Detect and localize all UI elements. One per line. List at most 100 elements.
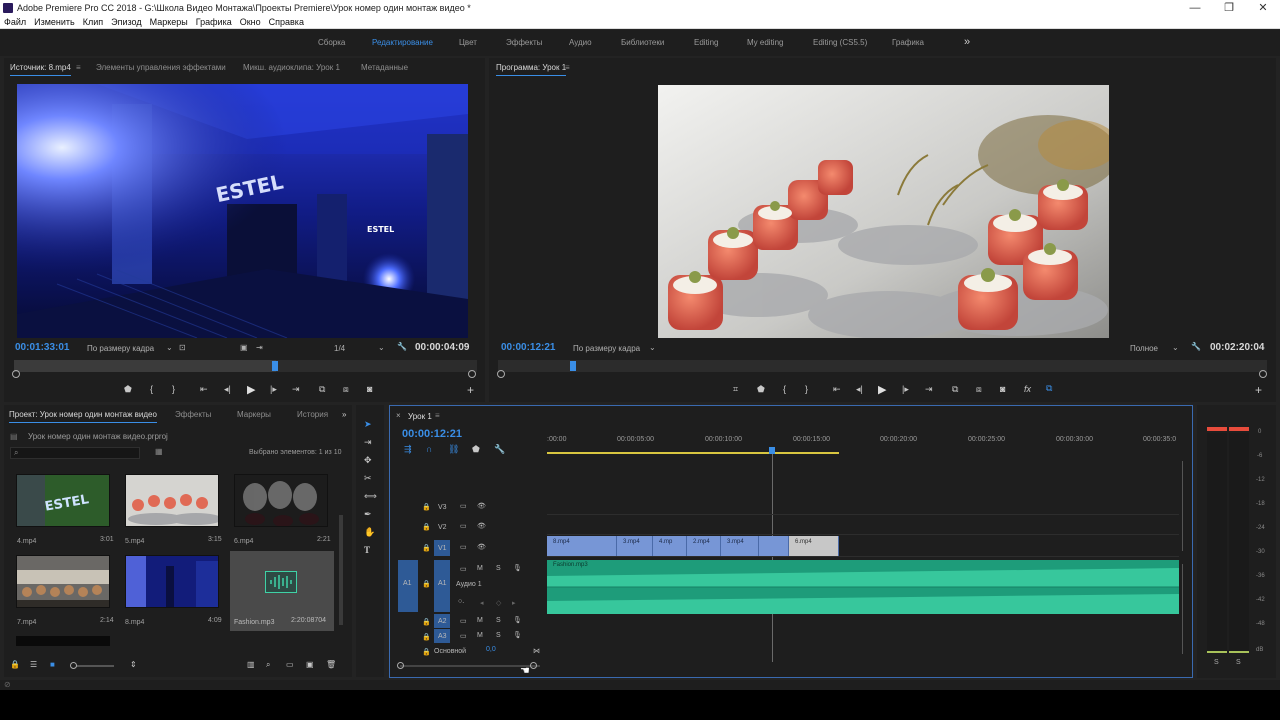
close-button[interactable]: ✕ [1246, 1, 1280, 14]
razor-tool-icon[interactable]: ✂ [364, 473, 372, 484]
find-icon[interactable]: ⌕ [266, 660, 270, 670]
workspace-color[interactable]: Цвет [459, 38, 477, 47]
track-label-a3[interactable]: A3 [438, 633, 447, 640]
sync-lock-icon[interactable]: ▭ [460, 565, 467, 573]
insert-clip-icon[interactable]: ⧉ [319, 384, 325, 395]
lock-track-icon[interactable]: 🔒 [422, 580, 431, 588]
ripple-edit-tool-icon[interactable]: ✥ [364, 455, 372, 466]
sync-lock-icon[interactable]: ▭ [460, 543, 467, 551]
workspace-libraries[interactable]: Библиотеки [621, 38, 664, 47]
sync-lock-icon[interactable]: ▭ [460, 617, 467, 625]
project-item-8-thumbnail[interactable] [125, 555, 219, 608]
program-zoom-left-handle[interactable] [497, 370, 505, 378]
program-video-frame[interactable] [658, 85, 1109, 338]
solo-right-button[interactable]: S [1236, 659, 1241, 666]
drag-video-icon[interactable]: ⇥ [256, 343, 263, 352]
sequence-menu-icon[interactable]: ≡ [435, 411, 440, 420]
master-bow-tie-icon[interactable]: ⋈ [533, 647, 540, 655]
work-area-bar[interactable] [547, 452, 839, 454]
menu-graphics[interactable]: Графика [196, 17, 232, 27]
program-scrub-bar[interactable] [498, 360, 1267, 372]
source-resolution-dropdown[interactable]: 1/4 [334, 344, 345, 353]
microphone-icon[interactable]: 🎙 [513, 631, 522, 639]
program-go-to-in-icon[interactable]: ⇤ [833, 384, 841, 395]
resolution-chevron-icon[interactable]: ⌄ [378, 343, 385, 352]
program-mark-out-icon[interactable]: } [805, 384, 808, 394]
insert-icon[interactable]: ▣ [240, 343, 248, 352]
track-select-tool-icon[interactable]: ⇥ [364, 437, 372, 448]
linked-selection-icon[interactable]: ⛓ [448, 444, 459, 455]
tab-effect-controls[interactable]: Элементы управления эффектами [96, 63, 226, 72]
maximize-button[interactable]: ❐ [1212, 1, 1246, 14]
trash-icon[interactable]: 🗑 [326, 660, 336, 669]
new-item-icon[interactable]: ▣ [306, 660, 314, 669]
timeline-zoom-scrollbar[interactable] [400, 665, 540, 667]
source-panel-menu-icon[interactable]: ≡ [76, 63, 81, 72]
overwrite-clip-icon[interactable]: ⧈ [343, 384, 349, 395]
tab-program[interactable]: Программа: Урок 1 [496, 63, 567, 76]
icon-view-icon[interactable]: ■ [50, 660, 55, 669]
lock-track-icon[interactable]: 🔒 [422, 633, 431, 641]
tab-project[interactable]: Проект: Урок номер один монтаж видео [9, 410, 157, 423]
video-clip[interactable]: 8.mp4 [547, 536, 617, 556]
video-clip-selected[interactable]: 6.mp4 [789, 536, 839, 556]
microphone-icon[interactable]: 🎙 [513, 616, 522, 624]
selection-tool-icon[interactable]: ➤ [364, 419, 372, 430]
program-fit-dropdown[interactable]: По размеру кадра [573, 344, 640, 353]
lock-track-icon[interactable]: 🔒 [422, 648, 431, 656]
timeline-playhead-handle[interactable] [769, 447, 775, 454]
zoom-slider[interactable] [70, 662, 114, 669]
lift-icon[interactable]: ⧉ [952, 384, 958, 395]
mark-out-icon[interactable]: } [172, 384, 175, 394]
fx-icon[interactable]: fx [1024, 384, 1031, 394]
close-sequence-icon[interactable]: × [396, 411, 401, 420]
workspace-assembly[interactable]: Сборка [318, 38, 345, 47]
minimize-button[interactable]: — [1178, 2, 1212, 14]
program-add-button-icon[interactable]: + [1255, 383, 1262, 397]
program-quality-dropdown[interactable]: Полное [1130, 344, 1158, 353]
track-label-a2[interactable]: A2 [438, 618, 447, 625]
source-current-timecode[interactable]: 00:01:33:01 [15, 342, 69, 353]
workspaces-more-button[interactable]: » [964, 36, 970, 48]
hand-tool-icon[interactable]: ✋ [364, 527, 375, 538]
source-add-button-icon[interactable]: + [467, 383, 474, 397]
snap-magnet-icon[interactable]: ∩ [426, 444, 432, 454]
safe-margins-icon[interactable]: ⌗ [733, 384, 738, 395]
workspace-audio[interactable]: Аудио [569, 38, 592, 47]
source-fit-dropdown[interactable]: По размеру кадра [87, 344, 154, 353]
menu-sequence[interactable]: Эпизод [111, 17, 141, 27]
program-mark-in-icon[interactable]: { [783, 384, 786, 394]
project-search-input[interactable]: ⌕ [10, 447, 140, 459]
menu-window[interactable]: Окно [240, 17, 261, 27]
track-label-v3[interactable]: V3 [438, 504, 447, 511]
program-wrench-icon[interactable]: 🔧 [1191, 342, 1201, 351]
tab-sequence[interactable]: Урок 1 [408, 412, 432, 421]
next-keyframe-icon[interactable]: ▸ [512, 599, 516, 607]
tab-audio-clip-mixer[interactable]: Микш. аудиоклипа: Урок 1 [243, 63, 340, 72]
source-playhead[interactable] [272, 361, 278, 371]
play-icon[interactable]: ▶ [247, 383, 255, 396]
volume-knob-icon[interactable]: ○. [458, 598, 464, 605]
workspace-editing-en[interactable]: Editing [694, 38, 718, 47]
source-video-frame[interactable]: ESTEL ESTEL [17, 84, 468, 338]
wrench-icon[interactable]: 🔧 [397, 342, 407, 351]
project-scrollbar[interactable] [339, 515, 343, 625]
project-item-partial-thumbnail[interactable] [16, 636, 110, 646]
video-clip[interactable]: 2.mp4 [687, 536, 721, 556]
lock-track-icon[interactable]: 🔒 [422, 544, 431, 552]
sync-lock-icon[interactable]: ▭ [460, 632, 467, 640]
project-item-7-thumbnail[interactable] [16, 555, 110, 608]
add-marker-icon[interactable]: ⬟ [124, 384, 132, 395]
source-scrub-bar[interactable] [14, 360, 477, 372]
video-clip[interactable] [759, 536, 789, 556]
menu-clip[interactable]: Клип [83, 17, 103, 27]
mark-in-icon[interactable]: { [150, 384, 153, 394]
slip-tool-icon[interactable]: ⟺ [364, 491, 377, 502]
eye-icon[interactable]: 👁 [477, 522, 486, 530]
workspace-effects[interactable]: Эффекты [506, 38, 542, 47]
automate-to-sequence-icon[interactable]: ▥ [247, 660, 255, 669]
quality-chevron-icon[interactable]: ⌄ [1172, 343, 1179, 352]
mute-button[interactable]: M [477, 632, 483, 639]
sync-lock-icon[interactable]: ▭ [460, 502, 467, 510]
menu-markers[interactable]: Маркеры [150, 17, 188, 27]
